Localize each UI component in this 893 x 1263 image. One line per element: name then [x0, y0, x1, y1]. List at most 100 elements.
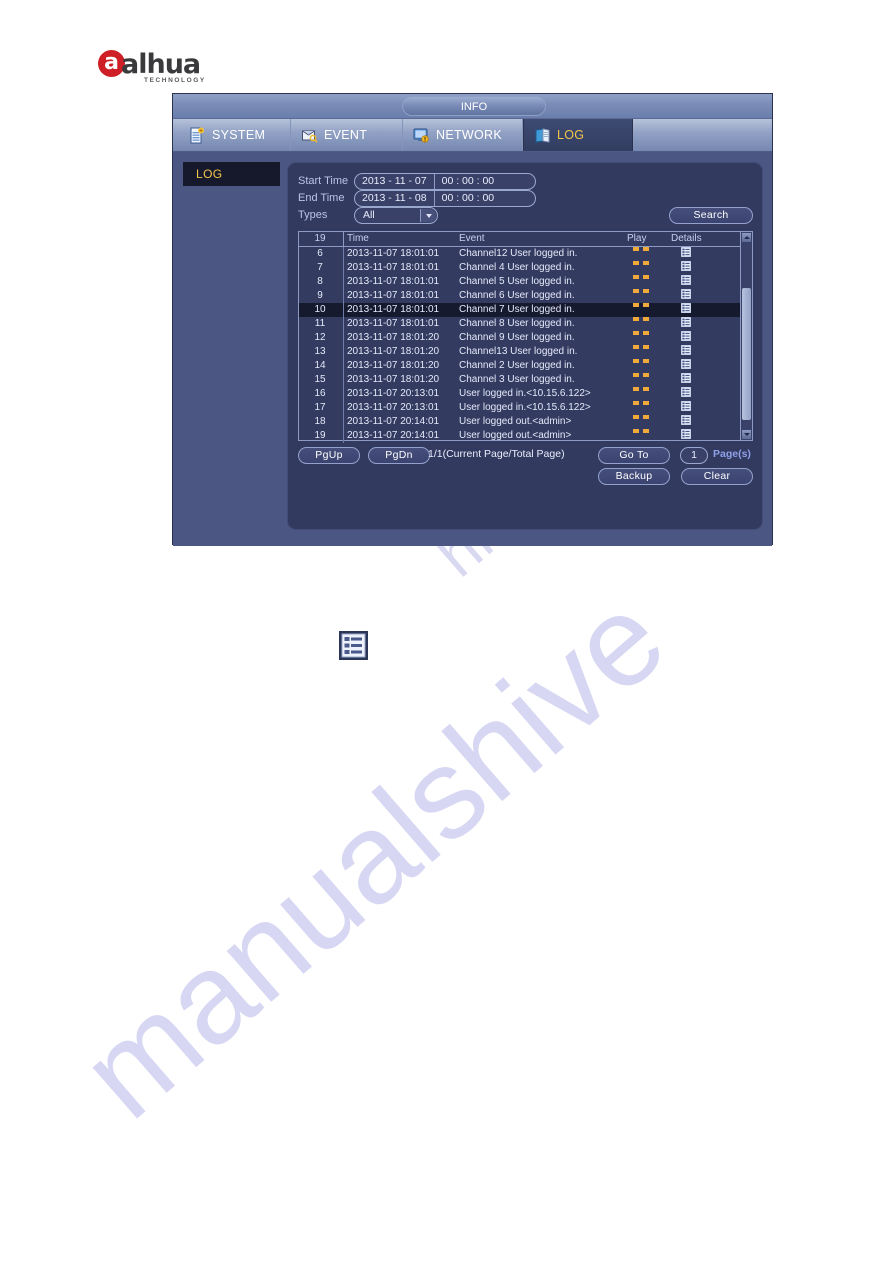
row-play-indicator[interactable] — [633, 247, 649, 251]
row-play-indicator[interactable] — [633, 415, 649, 419]
tab-event[interactable]: EVENT — [291, 119, 403, 151]
details-list-icon[interactable] — [680, 344, 692, 360]
row-play-indicator[interactable] — [633, 275, 649, 279]
backup-button[interactable]: Backup — [598, 468, 670, 485]
table-row[interactable]: 11 2013-11-07 18:01:01 Channel 8 User logg… — [299, 316, 752, 332]
row-play-indicator[interactable] — [633, 401, 649, 405]
row-time: 2013-11-07 18:01:01 — [347, 248, 440, 259]
log-panel: Start Time 2013 - 11 - 07 00 : 00 : 00 E… — [287, 162, 763, 530]
page-info-text: 1/1(Current Page/Total Page) — [428, 448, 565, 460]
scroll-up-arrow-icon[interactable] — [742, 233, 751, 242]
goto-button[interactable]: Go To — [598, 447, 670, 464]
table-row[interactable]: 8 2013-11-07 18:01:01 Channel 5 User logge… — [299, 274, 752, 290]
start-clock-value[interactable]: 00 : 00 : 00 — [435, 174, 502, 189]
table-row[interactable]: 15 2013-11-07 18:01:20 Channel 3 User logg… — [299, 372, 752, 388]
details-list-icon[interactable] — [680, 400, 692, 416]
row-play-indicator[interactable] — [633, 331, 649, 335]
chevron-down-icon[interactable] — [420, 209, 436, 222]
table-row[interactable]: 12 2013-11-07 18:01:20 Channel 9 User logg… — [299, 330, 752, 346]
search-button[interactable]: Search — [669, 207, 753, 224]
details-list-icon[interactable] — [680, 372, 692, 388]
row-event: User logged out.<admin> — [459, 416, 572, 427]
table-row[interactable]: 7 2013-11-07 18:01:01 Channel 4 User logge… — [299, 260, 752, 276]
table-row[interactable]: 17 2013-11-07 20:13:01 User logged in.<10.… — [299, 400, 752, 416]
details-list-icon[interactable] — [680, 302, 692, 318]
end-clock-value[interactable]: 00 : 00 : 00 — [435, 191, 502, 206]
tab-log[interactable]: LOG — [523, 119, 633, 151]
row-time: 2013-11-07 20:14:01 — [347, 430, 440, 441]
sidebar-item-log[interactable]: LOG — [183, 162, 280, 186]
tab-strip: SYSTEM EVENT NETWORK LOG — [173, 119, 772, 152]
table-row[interactable]: 19 2013-11-07 20:14:01 User logged out.<ad… — [299, 428, 752, 444]
row-index: 8 — [317, 276, 323, 287]
watermark-text-primary: manualshive — [54, 566, 692, 1146]
start-date-value[interactable]: 2013 - 11 - 07 — [355, 174, 434, 189]
window-body: LOG Start Time 2013 - 11 - 07 00 : 00 : … — [173, 152, 772, 546]
pages-label: Page(s) — [713, 448, 751, 460]
scrollbar-thumb[interactable] — [742, 288, 751, 420]
table-row[interactable]: 18 2013-11-07 20:14:01 User logged out.<ad… — [299, 414, 752, 430]
row-divider — [343, 261, 344, 275]
column-header-count: 19 — [314, 233, 326, 244]
row-divider — [343, 387, 344, 401]
details-list-icon[interactable] — [680, 330, 692, 346]
info-title-pill[interactable]: INFO — [402, 96, 546, 116]
pgdn-button[interactable]: PgDn — [368, 447, 430, 464]
details-list-icon[interactable] — [680, 246, 692, 262]
table-row[interactable]: 16 2013-11-07 20:13:01 User logged in.<10.… — [299, 386, 752, 402]
row-time: 2013-11-07 18:01:20 — [347, 332, 440, 343]
details-list-icon[interactable] — [680, 386, 692, 402]
column-header-play[interactable]: Play — [627, 232, 646, 246]
details-list-icon[interactable] — [680, 260, 692, 276]
row-play-indicator[interactable] — [633, 303, 649, 307]
table-row[interactable]: 6 2013-11-07 18:01:01 Channel12 User logge… — [299, 246, 752, 262]
row-event: User logged in.<10.15.6.122> — [459, 402, 591, 413]
table-row[interactable]: 13 2013-11-07 18:01:20 Channel13 User logg… — [299, 344, 752, 360]
details-list-icon[interactable] — [680, 288, 692, 304]
column-header-details[interactable]: Details — [671, 232, 702, 246]
row-play-indicator[interactable] — [633, 317, 649, 321]
column-header-event[interactable]: Event — [459, 232, 485, 246]
row-play-indicator[interactable] — [633, 373, 649, 377]
column-header-time[interactable]: Time — [347, 232, 369, 246]
table-row[interactable]: 9 2013-11-07 18:01:01 Channel 6 User logge… — [299, 288, 752, 304]
row-event: Channel 5 User logged in. — [459, 276, 575, 287]
details-list-icon[interactable] — [680, 274, 692, 290]
row-play-indicator[interactable] — [633, 359, 649, 363]
table-scrollbar[interactable] — [740, 232, 752, 440]
types-select[interactable]: All — [354, 207, 438, 224]
row-play-indicator[interactable] — [633, 345, 649, 349]
row-time: 2013-11-07 18:01:20 — [347, 360, 440, 371]
details-list-icon[interactable] — [339, 631, 368, 665]
row-event: Channel 8 User logged in. — [459, 318, 575, 329]
tab-network[interactable]: NETWORK — [403, 119, 523, 151]
end-time-field[interactable]: 2013 - 11 - 08 00 : 00 : 00 — [354, 190, 536, 207]
start-time-field[interactable]: 2013 - 11 - 07 00 : 00 : 00 — [354, 173, 536, 190]
log-table: 19 Time Event Play Details 6 2013-11-07 1… — [298, 231, 753, 444]
types-label: Types — [298, 209, 328, 221]
row-play-indicator[interactable] — [633, 429, 649, 433]
end-date-value[interactable]: 2013 - 11 - 08 — [355, 191, 434, 206]
details-list-icon[interactable] — [680, 358, 692, 374]
row-index: 12 — [314, 332, 326, 343]
log-book-icon — [534, 127, 551, 144]
end-time-label: End Time — [298, 192, 345, 204]
tab-log-label: LOG — [557, 128, 585, 142]
row-play-indicator[interactable] — [633, 289, 649, 293]
row-index: 13 — [314, 346, 326, 357]
details-list-icon[interactable] — [680, 316, 692, 332]
row-play-indicator[interactable] — [633, 261, 649, 265]
row-time: 2013-11-07 18:01:01 — [347, 318, 440, 329]
page-number-input[interactable]: 1 — [680, 447, 708, 464]
row-play-indicator[interactable] — [633, 387, 649, 391]
tab-system[interactable]: SYSTEM — [179, 119, 291, 151]
tab-network-label: NETWORK — [436, 128, 502, 142]
logo-wordmark: alhua — [121, 49, 201, 80]
details-list-icon[interactable] — [680, 428, 692, 444]
scroll-down-arrow-icon[interactable] — [742, 430, 751, 439]
clear-button[interactable]: Clear — [681, 468, 753, 485]
table-row[interactable]: 14 2013-11-07 18:01:20 Channel 2 User logg… — [299, 358, 752, 374]
details-list-icon[interactable] — [680, 414, 692, 430]
table-row[interactable]: 10 2013-11-07 18:01:01 Channel 7 User logg… — [299, 302, 752, 318]
pgup-button[interactable]: PgUp — [298, 447, 360, 464]
